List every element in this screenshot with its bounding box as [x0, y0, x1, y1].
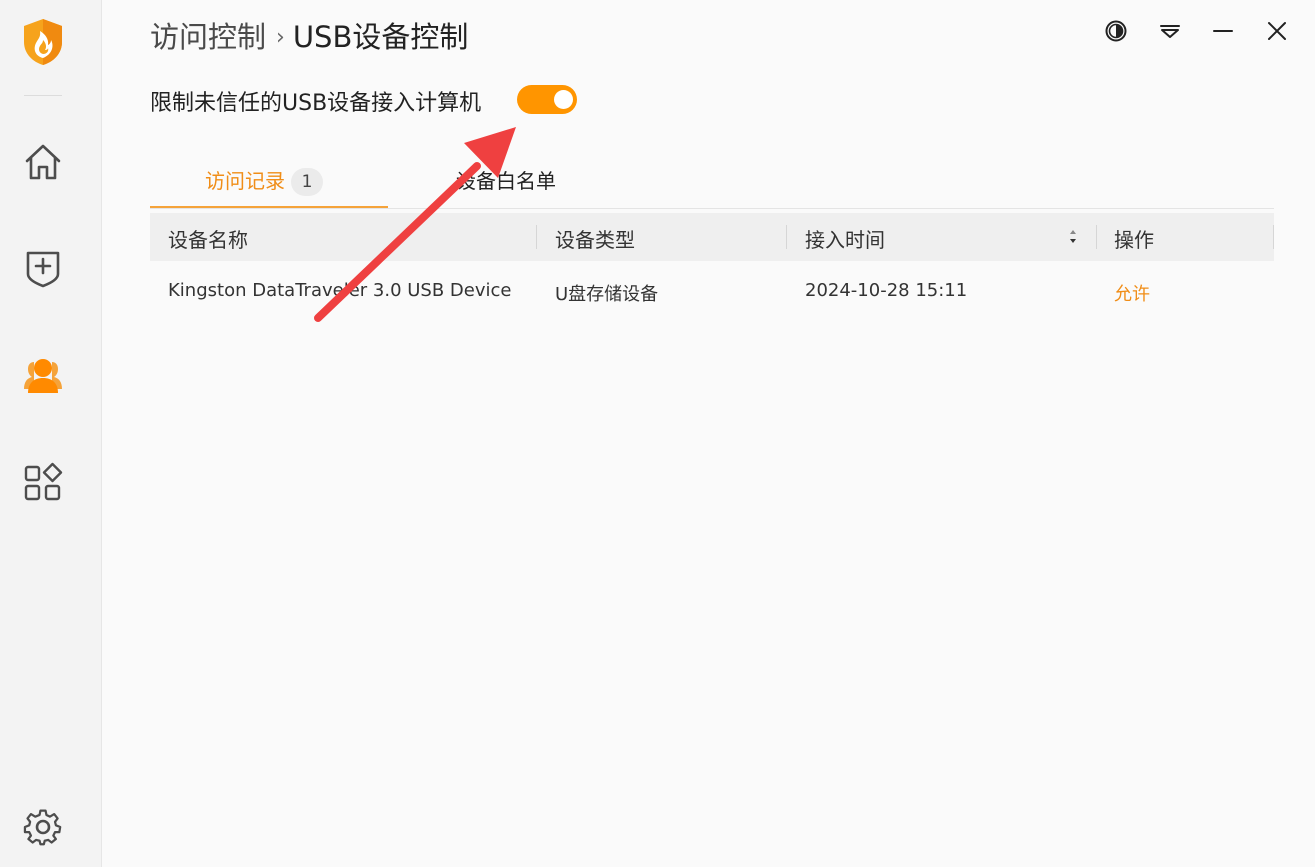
users-icon — [24, 359, 62, 393]
home-icon — [25, 144, 61, 180]
main-content: 访问控制 › USB设备控制 限制未信任的USB设备接入计算机 访问记录 1 设备白名… — [101, 0, 1315, 867]
tab-label: 设备白名单 — [456, 169, 556, 193]
page-title: USB设备控制 — [292, 20, 469, 54]
access-time-cell: 2024-10-28 15:11 — [805, 280, 968, 301]
close-button[interactable] — [1262, 16, 1292, 46]
device-name-cell: Kingston DataTraveler 3.0 USB Device — [168, 280, 512, 301]
theme-icon — [1105, 20, 1127, 42]
sidebar-item-protection[interactable] — [21, 246, 65, 290]
restrict-usb-toggle[interactable] — [517, 85, 577, 114]
sidebar — [0, 0, 102, 867]
breadcrumb-parent[interactable]: 访问控制 — [150, 20, 266, 54]
restrict-usb-label: 限制未信任的USB设备接入计算机 — [150, 91, 482, 116]
flame-shield-logo — [22, 18, 64, 66]
settings-button[interactable] — [21, 805, 65, 849]
sidebar-item-apps[interactable] — [21, 461, 65, 505]
allow-link[interactable]: 允许 — [1114, 280, 1150, 306]
sidebar-item-home[interactable] — [21, 140, 65, 184]
gear-icon — [23, 809, 62, 846]
shield-plus-icon — [26, 251, 60, 288]
toggle-knob — [554, 90, 573, 109]
theme-toggle-button[interactable] — [1101, 16, 1131, 46]
sidebar-divider — [24, 95, 62, 96]
apps-icon — [24, 462, 63, 501]
tab-access-records[interactable]: 访问记录 1 — [205, 165, 323, 197]
column-header-device-type: 设备类型 — [555, 228, 635, 252]
tabs-divider — [150, 208, 1274, 209]
tab-device-whitelist[interactable]: 设备白名单 — [456, 165, 556, 194]
column-divider — [786, 225, 787, 249]
menu-button[interactable] — [1155, 16, 1185, 46]
table-header: 设备名称 设备类型 接入时间 操作 — [150, 213, 1274, 261]
device-type-cell: U盘存储设备 — [555, 284, 659, 305]
column-header-device-name: 设备名称 — [168, 228, 248, 252]
minimize-button[interactable] — [1208, 16, 1238, 46]
minimize-icon — [1213, 30, 1233, 32]
sidebar-item-access-control[interactable] — [21, 353, 65, 397]
table-row: Kingston DataTraveler 3.0 USB Device U盘存… — [150, 263, 1274, 319]
breadcrumb: 访问控制 › USB设备控制 — [150, 14, 468, 56]
breadcrumb-separator: › — [276, 25, 285, 50]
tab-label: 访问记录 — [205, 169, 285, 193]
close-icon — [1268, 22, 1286, 40]
column-divider — [1273, 225, 1274, 249]
column-header-access-time[interactable]: 接入时间 — [805, 224, 885, 253]
column-header-action: 操作 — [1114, 228, 1154, 252]
column-divider — [1096, 225, 1097, 249]
column-divider — [536, 225, 537, 249]
sort-icon[interactable] — [1067, 226, 1079, 248]
menu-icon — [1160, 25, 1180, 38]
count-badge: 1 — [291, 168, 323, 196]
